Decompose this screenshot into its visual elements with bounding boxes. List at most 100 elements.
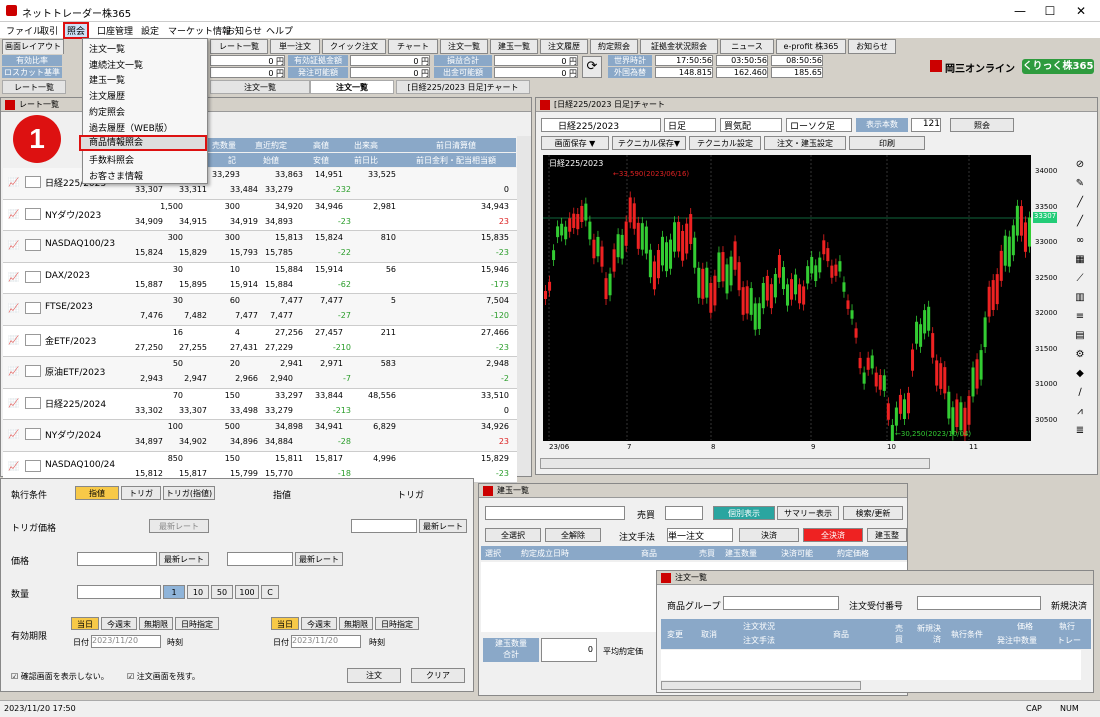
settle-button[interactable]: 決済 bbox=[739, 528, 799, 542]
qty-clear-button[interactable]: C bbox=[261, 585, 279, 599]
qty-1-button[interactable]: 1 bbox=[163, 585, 185, 599]
menu-help[interactable]: ヘルプ bbox=[266, 24, 293, 37]
tech-settings-button[interactable]: テクニカル設定 bbox=[689, 136, 761, 150]
order-submit-button[interactable]: 注文 bbox=[347, 668, 401, 683]
price-input[interactable] bbox=[77, 552, 157, 566]
summary-view-button[interactable]: サマリー表示 bbox=[777, 506, 839, 520]
search-refresh-button[interactable]: 検索/更新 bbox=[843, 506, 903, 520]
period-unlimited-button[interactable]: 無期限 bbox=[139, 617, 173, 630]
menu-file[interactable]: ファイル bbox=[6, 24, 42, 37]
rate-row[interactable]: 📈 原油ETF/2023 50 20 2,941 2,971 583 2,948 2,943 2,… bbox=[3, 357, 517, 389]
menu-news[interactable]: お知らせ bbox=[226, 24, 262, 37]
rate-scrollbar[interactable] bbox=[517, 136, 531, 476]
qty-input[interactable] bbox=[77, 585, 161, 599]
position-list-button[interactable]: 建玉一覧 bbox=[490, 39, 538, 54]
period-datetime-button-2[interactable]: 日時指定 bbox=[375, 617, 419, 630]
date-input-2[interactable]: 2023/11/20 bbox=[291, 635, 361, 648]
position-arrange-button[interactable]: 建玉整 bbox=[867, 528, 907, 542]
dd-order-list[interactable]: 注文一覧 bbox=[89, 42, 125, 55]
limit-type-button[interactable]: 指値 bbox=[75, 486, 119, 500]
position-side-select[interactable] bbox=[665, 506, 703, 520]
period-unlimited-button-2[interactable]: 無期限 bbox=[339, 617, 373, 630]
accept-no-input[interactable] bbox=[917, 596, 1041, 610]
chart-scrollbar[interactable] bbox=[540, 458, 930, 469]
maximize-icon[interactable]: ☐ bbox=[1035, 3, 1065, 19]
dd-order-history[interactable]: 注文履歴 bbox=[89, 89, 125, 102]
trigger-price-input[interactable] bbox=[351, 519, 417, 533]
chart-query-button[interactable]: 照会 bbox=[950, 118, 1014, 132]
chart-type-select[interactable]: ローソク足 bbox=[786, 118, 852, 132]
print-button[interactable]: 印刷 bbox=[849, 136, 925, 150]
position-product-select[interactable] bbox=[485, 506, 625, 520]
trigger-type-button[interactable]: トリガ bbox=[121, 486, 161, 500]
tab-chart[interactable]: [日経225/2023 日足]チャート bbox=[396, 80, 530, 94]
tab-order-list-2[interactable]: 注文一覧 bbox=[310, 80, 394, 94]
dd-past-history[interactable]: 過去履歴（WEB版） bbox=[89, 121, 173, 134]
dd-position-list[interactable]: 建玉一覧 bbox=[89, 73, 125, 86]
period-week-button[interactable]: 今週末 bbox=[101, 617, 137, 630]
single-order-button[interactable]: 単一注文 bbox=[270, 39, 320, 54]
period-week-button-2[interactable]: 今週末 bbox=[301, 617, 337, 630]
order-method-select[interactable]: 単一注文 bbox=[667, 528, 733, 542]
qty-10-button[interactable]: 10 bbox=[187, 585, 209, 599]
order-clear-button[interactable]: クリア bbox=[411, 668, 465, 683]
chart-product-select[interactable]: 日経225/2023 bbox=[541, 118, 661, 132]
chart-tool-strip[interactable]: ⊘ ✎ ╱ ╱ ∞ ▦ ⟋ ▥ ≡ ▤ ⚙ ◆ ∕ ⩘ ≣ bbox=[1072, 155, 1088, 455]
rate-row[interactable]: 📈 NYダウ/2023 1,500 300 34,920 34,946 2,981 34,94… bbox=[3, 199, 517, 231]
qty-100-button[interactable]: 100 bbox=[235, 585, 259, 599]
quick-order-button[interactable]: クイック注文 bbox=[322, 39, 386, 54]
dd-customer-info[interactable]: お客さま情報 bbox=[89, 169, 143, 182]
execution-button[interactable]: 約定照会 bbox=[590, 39, 638, 54]
margin-status-button[interactable]: 証拠金状況照会 bbox=[640, 39, 718, 54]
latest-rate-button-2[interactable]: 最新レート bbox=[419, 519, 467, 533]
rate-row[interactable]: 📈 DAX/2023 30 10 15,884 15,914 56 15,946 15,887 1… bbox=[3, 262, 517, 294]
chart-side-select[interactable]: 買気配 bbox=[720, 118, 782, 132]
screen-save-button[interactable]: 画面保存 ▼ bbox=[541, 136, 609, 150]
menu-settings[interactable]: 設定 bbox=[141, 24, 159, 37]
menu-trade[interactable]: 取引 bbox=[40, 24, 58, 37]
chart-period-select[interactable]: 日足 bbox=[664, 118, 716, 132]
order-settings-button[interactable]: 注文・建玉設定 bbox=[764, 136, 846, 150]
rate-row[interactable]: 📈日経225/20238033,29333,86314,95133,52533,… bbox=[3, 168, 517, 200]
individual-view-button[interactable]: 個別表示 bbox=[713, 506, 775, 520]
notice-button[interactable]: お知らせ bbox=[848, 39, 896, 54]
dd-fee[interactable]: 手数料照会 bbox=[89, 153, 134, 166]
close-icon[interactable]: ✕ bbox=[1066, 3, 1096, 19]
deselect-all-button[interactable]: 全解除 bbox=[545, 528, 601, 542]
menu-inquiry[interactable]: 照会 bbox=[63, 22, 90, 39]
latest-rate-button-1[interactable]: 最新レート bbox=[149, 519, 209, 533]
tab-rate-list[interactable]: レート一覧 bbox=[2, 80, 66, 94]
settle-all-button[interactable]: 全決済 bbox=[803, 528, 863, 542]
order-list-scrollbar[interactable] bbox=[661, 681, 861, 690]
rate-list-button[interactable]: レート一覧 bbox=[210, 39, 268, 54]
rate-row[interactable]: 📈 NASDAQ100/23 300 300 15,813 15,824 810 15,835… bbox=[3, 231, 517, 263]
tab-order-list-1[interactable]: 注文一覧 bbox=[210, 80, 310, 94]
rate-row[interactable]: 📈 FTSE/2023 30 60 7,477 7,477 5 7,504 7,476 7,482… bbox=[3, 294, 517, 326]
period-datetime-button[interactable]: 日時指定 bbox=[175, 617, 219, 630]
refresh-icon[interactable]: ⟳ bbox=[582, 56, 602, 78]
rate-row[interactable]: 📈 NYダウ/2024 100 500 34,898 34,941 6,829 34,926 3… bbox=[3, 420, 517, 452]
select-all-button[interactable]: 全選択 bbox=[485, 528, 541, 542]
tech-save-button[interactable]: テクニカル保存▼ bbox=[612, 136, 686, 150]
dd-execution[interactable]: 約定照会 bbox=[89, 105, 125, 118]
date-input[interactable]: 2023/11/20 bbox=[91, 635, 161, 648]
menu-account[interactable]: 口座管理 bbox=[97, 24, 133, 37]
latest-rate-button-4[interactable]: 最新レート bbox=[295, 552, 343, 566]
period-today-button-2[interactable]: 当日 bbox=[271, 617, 299, 630]
period-today-button[interactable]: 当日 bbox=[71, 617, 99, 630]
order-list-button[interactable]: 注文一覧 bbox=[440, 39, 488, 54]
latest-rate-button-3[interactable]: 最新レート bbox=[159, 552, 209, 566]
news-button[interactable]: ニュース bbox=[720, 39, 774, 54]
product-group-select[interactable] bbox=[723, 596, 839, 610]
trigger-limit-type-button[interactable]: トリガ(指値) bbox=[163, 486, 215, 500]
eprofit-button[interactable]: e-profit 株365 bbox=[776, 39, 846, 54]
rate-row[interactable]: 📈 日経225/2024 70 150 33,297 33,844 48,556 33,510… bbox=[3, 388, 517, 420]
dd-product-info[interactable]: 商品情報照会 bbox=[79, 135, 207, 151]
candlestick-chart[interactable]: 日経225/2023 ←33,590(2023/06/16) ←30,250(2… bbox=[543, 155, 1031, 455]
minimize-icon[interactable]: — bbox=[1005, 3, 1035, 19]
disp-count-input[interactable]: 121 bbox=[911, 118, 941, 132]
confirm-checkbox[interactable]: ☑ 確認画面を表示しない。 bbox=[11, 671, 109, 682]
rate-row[interactable]: 📈 金ETF/2023 16 4 27,256 27,457 211 27,466 27,250… bbox=[3, 325, 517, 357]
order-history-button[interactable]: 注文履歴 bbox=[540, 39, 588, 54]
qty-50-button[interactable]: 50 bbox=[211, 585, 233, 599]
